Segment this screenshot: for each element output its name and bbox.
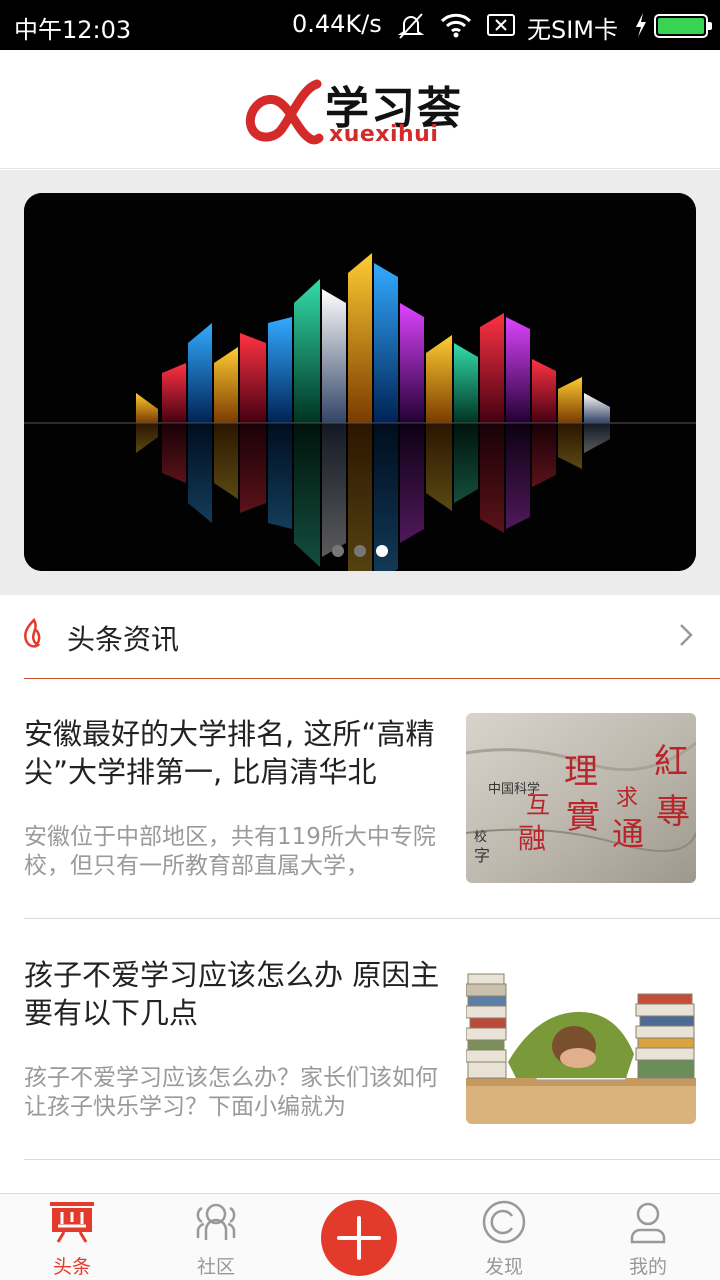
news-item[interactable]: 安徽最好的大学排名, 这所“高精尖”大学排第一, 比肩清华北 安徽位于中部地区，… <box>24 679 720 919</box>
profile-icon <box>630 1202 666 1244</box>
banner-carousel[interactable] <box>24 193 696 571</box>
news-thumbnail[interactable] <box>466 954 696 1124</box>
app-logo: 学习荟 xuexihui <box>245 74 475 147</box>
news-summary: 孩子不爱学习应该怎么办？家长们该如何让孩子快乐学习？下面小编就为 <box>24 1065 438 1120</box>
banner-area <box>0 170 720 595</box>
wifi-icon <box>440 12 472 42</box>
add-icon <box>337 1216 381 1260</box>
section-title: 头条资讯 <box>67 623 180 656</box>
alpha-logo-icon <box>245 79 324 145</box>
carousel-dot[interactable] <box>332 545 344 557</box>
logo-text-en: xuexihui <box>329 122 439 147</box>
chevron-right-icon[interactable] <box>678 622 694 652</box>
carousel-dot[interactable] <box>354 545 366 557</box>
battery-icon <box>654 14 712 38</box>
tab-label: 发现 <box>484 1256 523 1278</box>
tab-discover[interactable]: 发现 <box>454 1194 554 1280</box>
carousel-dot-active[interactable] <box>376 545 388 557</box>
svg-text:校: 校 <box>474 829 487 845</box>
discover-icon <box>482 1200 526 1244</box>
add-button[interactable] <box>321 1200 397 1276</box>
news-headline[interactable]: 孩子不爱学习应该怎么办 原因主要有以下几点 <box>24 956 444 1032</box>
svg-text:專: 專 <box>656 792 690 832</box>
svg-text:理: 理 <box>564 752 598 792</box>
status-bar: 中午12:03 0.44K/s 无SIM卡 <box>0 0 720 50</box>
carousel-dots <box>24 542 696 561</box>
charging-icon <box>634 12 648 42</box>
svg-text:融: 融 <box>518 822 546 855</box>
bottom-tab-bar: 头条 社区 发现 我的 <box>0 1193 720 1280</box>
status-sim: 无SIM卡 <box>527 16 619 44</box>
svg-text:通: 通 <box>612 815 644 853</box>
svg-text:實: 實 <box>566 797 600 837</box>
news-thumbnail[interactable]: 理 實 紅 專 求 通 互 融 中国科学 校 字 <box>466 713 696 883</box>
svg-text:中国科学: 中国科学 <box>488 781 540 797</box>
news-item[interactable]: 孩子不爱学习应该怎么办 原因主要有以下几点 孩子不爱学习应该怎么办？家长们该如何… <box>24 920 720 1160</box>
calligraphy-stone-image: 理 實 紅 專 求 通 互 融 中国科学 校 字 <box>466 713 696 883</box>
community-icon <box>196 1203 236 1240</box>
news-summary: 安徽位于中部地区，共有119所大中专院校，但只有一所教育部直属大学， <box>24 824 436 879</box>
student-sleeping-on-books-image <box>466 954 696 1124</box>
banner-image <box>24 193 696 571</box>
news-headline[interactable]: 安徽最好的大学排名, 这所“高精尖”大学排第一, 比肩清华北 <box>24 715 444 791</box>
tab-label: 我的 <box>628 1256 667 1278</box>
mute-bell-icon <box>396 12 426 44</box>
section-header-news[interactable]: 头条资讯 <box>0 596 720 679</box>
tab-headline[interactable]: 头条 <box>22 1194 122 1280</box>
headline-icon <box>50 1202 94 1243</box>
svg-text:字: 字 <box>474 846 490 865</box>
tab-label: 社区 <box>196 1256 235 1278</box>
status-time: 中午12:03 <box>14 16 132 44</box>
app-header: 学习荟 xuexihui <box>0 50 720 169</box>
tab-community[interactable]: 社区 <box>166 1194 266 1280</box>
no-sim-icon <box>486 12 516 42</box>
tab-label: 头条 <box>52 1256 91 1278</box>
status-net-speed: 0.44K/s <box>292 10 382 38</box>
tab-profile[interactable]: 我的 <box>598 1194 698 1280</box>
flame-icon <box>22 617 44 654</box>
svg-text:紅: 紅 <box>654 742 688 782</box>
svg-text:求: 求 <box>616 786 638 811</box>
